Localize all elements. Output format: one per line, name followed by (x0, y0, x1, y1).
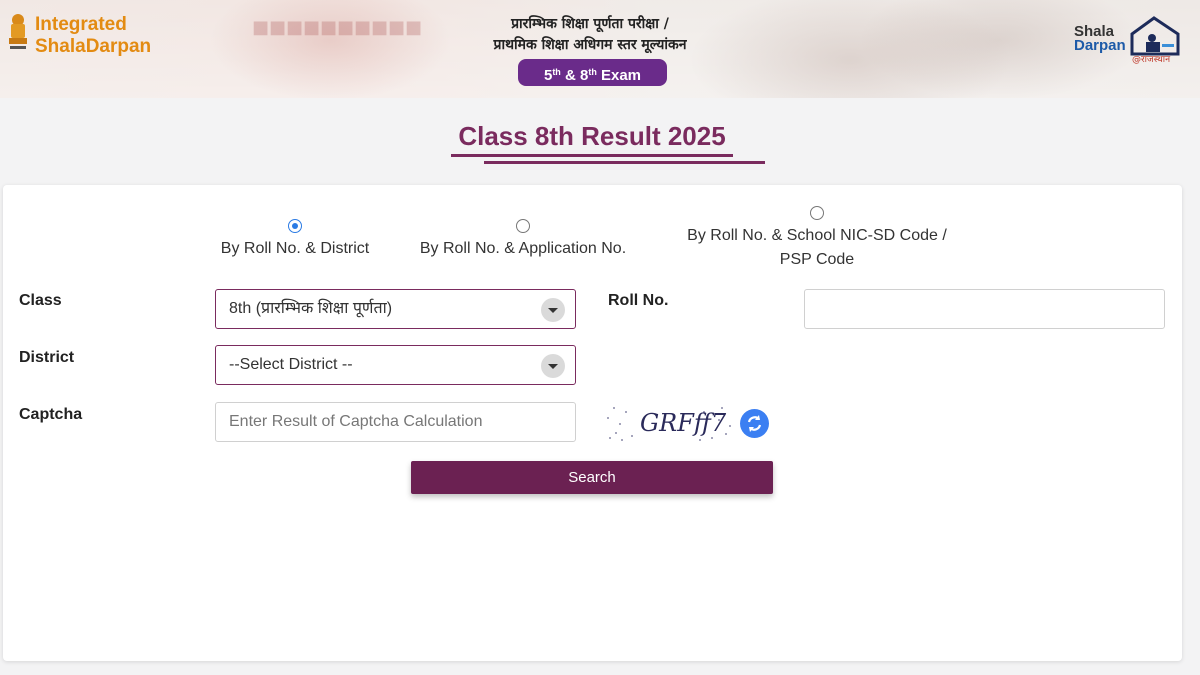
radio-option-roll-school-code[interactable]: By Roll No. & School NIC-SD Code / PSP C… (672, 206, 962, 272)
title-underline-offset (484, 161, 765, 164)
chevron-down-icon[interactable] (541, 354, 565, 378)
chevron-down-icon[interactable] (541, 298, 565, 322)
radio-label-roll-school-code-line2: PSP Code (779, 251, 855, 268)
exam-title: प्रारम्भिक शिक्षा पूर्णता परीक्षा / प्रा… (430, 14, 750, 56)
integrated-shaladarpan-logo[interactable]: Integrated ShalaDarpan (35, 14, 151, 58)
exam-pill-mid: & 8 (560, 67, 589, 84)
refresh-captcha-icon[interactable] (740, 409, 769, 438)
exam-pill-a-sup: th (552, 67, 561, 77)
radio-label-roll-district: By Roll No. & District (220, 240, 370, 257)
header-banner: ■■■■■■■■■■ Integrated ShalaDarpan प्रारम… (0, 0, 1200, 98)
right-logo-bottom: Darpan (1074, 37, 1126, 54)
captcha-image: GRFff7 (607, 407, 731, 441)
district-select-value: --Select District -- (229, 356, 353, 373)
page-title: Class 8th Result 2025 (458, 121, 726, 151)
right-logo-tag: @राजस्थान (1132, 55, 1171, 64)
exam-pill-b-sup: th (588, 67, 597, 77)
radio-option-roll-application[interactable]: By Roll No. & Application No. (405, 219, 641, 261)
radio-label-roll-application: By Roll No. & Application No. (419, 240, 627, 257)
brand-shala-label: Shala (35, 36, 86, 57)
roll-no-input[interactable] (804, 289, 1165, 329)
district-select[interactable]: --Select District -- (215, 345, 576, 385)
class-select[interactable]: 8th (प्रारम्भिक शिक्षा पूर्णता) (215, 289, 576, 329)
brand-darpan-label: Darpan (85, 36, 152, 57)
captcha-input[interactable] (215, 402, 576, 442)
exam-title-line1: प्रारम्भिक शिक्षा पूर्णता परीक्षा / (511, 16, 669, 32)
radio-label-roll-school-code-line1: By Roll No. & School NIC-SD Code / (687, 227, 947, 244)
class-label: Class (19, 292, 62, 309)
title-underline (451, 154, 733, 157)
radio-button-roll-application[interactable] (516, 219, 530, 233)
captcha-label: Captcha (19, 406, 83, 423)
shaladarpan-rajasthan-logo[interactable]: Shala Darpan @राजस्थान (1072, 14, 1187, 64)
state-emblem-icon (9, 14, 27, 49)
captcha-text: GRFff7 (640, 409, 727, 437)
radio-button-roll-district[interactable] (288, 219, 302, 233)
radio-option-roll-district[interactable]: By Roll No. & District (205, 219, 385, 261)
search-button[interactable]: Search (411, 461, 773, 494)
radio-button-roll-school-code[interactable] (810, 206, 824, 220)
roll-no-label: Roll No. (608, 292, 669, 309)
exam-pill-end: Exam (596, 67, 642, 84)
exam-pill: 5th & 8th Exam (518, 59, 667, 86)
brand-top-label: Integrated (35, 14, 127, 35)
exam-title-line2: प्राथमिक शिक्षा अधिगम स्तर मूल्यांकन (493, 37, 687, 53)
district-label: District (19, 349, 75, 366)
class-select-value: 8th (प्रारम्भिक शिक्षा पूर्णता) (229, 300, 393, 317)
